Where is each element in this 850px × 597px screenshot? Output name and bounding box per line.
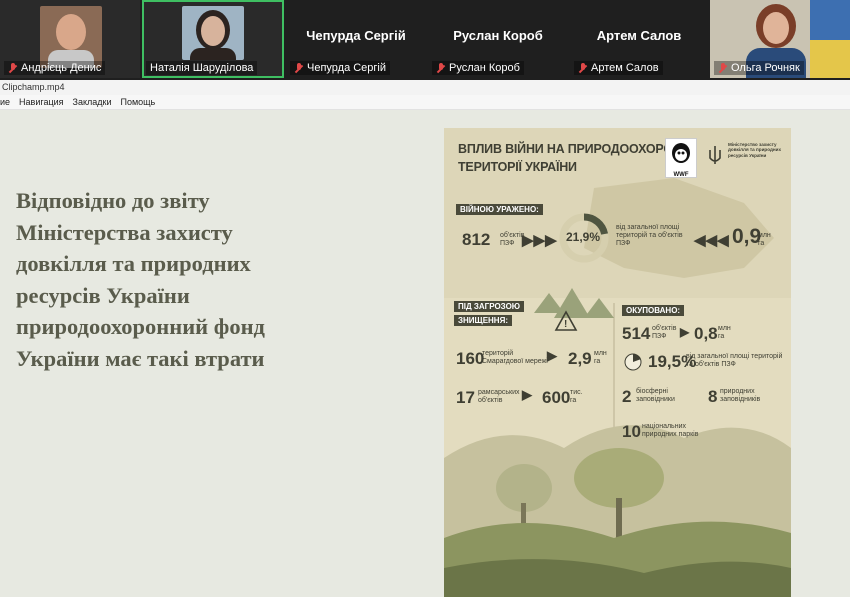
emerald-area-unit: млн га (594, 350, 607, 365)
affected-area: 0,9 (732, 225, 762, 248)
menu-item-help[interactable]: Помощь (120, 95, 155, 109)
mic-muted-icon (294, 63, 304, 73)
affected-pct: 21,9% (566, 230, 601, 244)
slide-text-line: Міністерства захисту (16, 219, 233, 245)
participant-tile[interactable]: Руслан Короб Руслан Короб (428, 0, 568, 78)
menu-item[interactable]: ие (0, 95, 10, 109)
participant-tile[interactable]: Ольга Рочняк (710, 0, 850, 78)
threat-tag: ЗНИЩЕННЯ: (454, 315, 512, 326)
affected-area-unit: млн га (758, 232, 771, 247)
menu-item-navigation[interactable]: Навигация (19, 95, 63, 109)
slide-text-line: України має такі втрати (16, 345, 265, 371)
arrow-right-icon: ▶ (547, 348, 557, 363)
mic-muted-icon (578, 63, 588, 73)
threat-tag: ПІД ЗАГРОЗОЮ (454, 301, 525, 312)
participant-tile-active[interactable]: Наталія Шаруділова (142, 0, 284, 78)
menu-bar: ие Навигация Закладки Помощь (0, 95, 850, 110)
emerald-area: 2,9 (568, 349, 592, 368)
slide-text: Відповідно до звіту Міністерства захисту… (16, 185, 346, 374)
participant-tile[interactable]: Андрієць Денис (0, 0, 140, 78)
poster-title-line: ТЕРИТОРІЇ УКРАЇНИ (458, 160, 577, 174)
slide-text-line: ресурсів України (16, 282, 190, 308)
participant-placeholder-name: Чепурда Сергій (306, 28, 406, 43)
arrows-right-icon: ▶▶▶ (522, 232, 557, 249)
occupied-count: 514 (622, 324, 651, 343)
ramsar-desc: рамсарських об'єктів (478, 389, 520, 404)
participant-video (182, 6, 244, 60)
mic-muted-icon (718, 63, 728, 73)
affected-tag: ВІЙНОЮ УРАЖЕНО: (456, 204, 543, 215)
participant-video (40, 6, 102, 68)
trident-icon (709, 146, 721, 164)
participant-tile[interactable]: Чепурда Сергій Чепурда Сергій (286, 0, 426, 78)
mic-muted-icon (8, 63, 18, 73)
window-title: Clipchamp.mp4 (0, 80, 850, 95)
slide-text-line: Відповідно до звіту (16, 188, 210, 213)
affected-pct-desc: від загальної площі територій та об'єкті… (616, 224, 683, 247)
participant-name: Чепурда Сергій (290, 61, 391, 75)
warning-icon: ! (554, 310, 578, 331)
participant-placeholder-name: Руслан Короб (453, 28, 543, 43)
infographic-poster: ВПЛИВ ВІЙНИ НА ПРИРОДООХОРОННІ ТЕРИТОРІЇ… (444, 128, 791, 597)
participant-name: Андрієць Денис (4, 61, 106, 75)
emerald-desc: територій Смарагдової мережі (482, 350, 548, 365)
participant-strip: Андрієць Денис Наталія Шаруділова Чепурд… (0, 0, 850, 80)
occupied-area: 0,8 (694, 324, 718, 343)
wwf-label: WWF (673, 172, 689, 178)
ministry-logo: Міністерство захисту довкілля та природн… (706, 142, 786, 168)
ministry-name: Міністерство захисту довкілля та природн… (728, 142, 782, 158)
participant-name: Наталія Шаруділова (146, 61, 258, 75)
poster-title-line: ВПЛИВ ВІЙНИ НА ПРИРОДООХОРОННІ (458, 142, 694, 156)
ramsar-area-unit: тис. га (570, 389, 583, 404)
occupied-pct-desc: від загальної площі територій та об'єкті… (686, 353, 783, 368)
slide-text-line: довкілля та природних (16, 251, 251, 276)
wwf-logo: WWF (665, 138, 697, 178)
emerald-count: 160 (456, 349, 485, 368)
ramsar-count: 17 (456, 388, 475, 407)
affected-count: 812 (462, 230, 491, 249)
nature-reserves-count: 8 (708, 387, 718, 406)
participant-name: Руслан Короб (432, 61, 524, 75)
arrow-right-icon: ▶ (680, 325, 690, 339)
participant-name: Артем Салов (574, 61, 663, 75)
arrow-right-icon: ▶ (522, 387, 532, 402)
occupied-tag: ОКУПОВАНО: (622, 305, 685, 316)
slide-text-line: природоохоронний фонд (16, 314, 265, 339)
ramsar-area: 600 (542, 388, 571, 407)
occupied-pct-pie (624, 353, 642, 371)
biosphere-count: 2 (622, 387, 632, 406)
participant-placeholder-name: Артем Салов (596, 28, 682, 43)
participant-tile[interactable]: Артем Салов Артем Салов (570, 0, 708, 78)
national-parks-desc: національних природних парків (642, 423, 699, 438)
mic-muted-icon (436, 63, 446, 73)
flag-background (810, 40, 850, 78)
poster-title: ВПЛИВ ВІЙНИ НА ПРИРОДООХОРОННІ ТЕРИТОРІЇ… (458, 140, 694, 176)
arrows-left-icon: ◀◀◀ (694, 232, 729, 249)
participant-name: Ольга Рочняк (714, 61, 804, 75)
occupied-area-unit: млн га (718, 325, 731, 340)
biosphere-desc: біосферні заповідники (636, 388, 675, 403)
nature-reserves-desc: природних заповідників (720, 388, 761, 403)
svg-text:!: ! (564, 319, 567, 330)
national-parks-count: 10 (622, 422, 641, 441)
menu-item-bookmarks[interactable]: Закладки (73, 95, 112, 109)
shared-slide: Відповідно до звіту Міністерства захисту… (0, 110, 850, 597)
